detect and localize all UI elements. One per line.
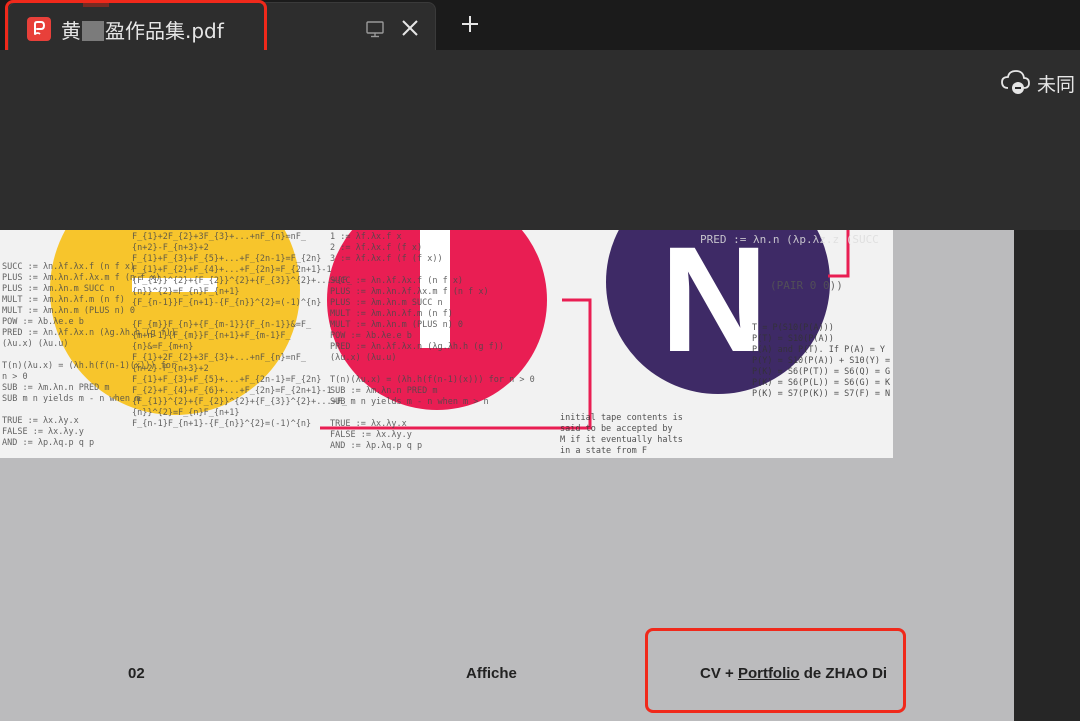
credit-line: CV + Portfolio de ZHAO Di <box>700 665 887 682</box>
tab-title: 黄盈作品集.pdf <box>61 15 224 44</box>
pdf-icon <box>27 17 51 41</box>
portfolio-link[interactable]: Portfolio <box>738 665 800 682</box>
formula-block-mid: F_{1}+2F_{2}+3F_{3}+...+nF_{n}=nF_ {n+2}… <box>132 232 353 429</box>
section-label: Affiche <box>466 665 517 682</box>
formula-block-center: 1 := λf.λx.f x 2 := λf.λx.f (f x) 3 := λ… <box>330 232 535 451</box>
tab-notch <box>83 1 109 7</box>
sync-status[interactable]: 未同 <box>1037 70 1075 97</box>
formula-block-right: T = P(S10(P(A))) P(T) = S10(P(A)) P(A) a… <box>752 323 891 399</box>
close-icon[interactable] <box>399 17 421 39</box>
tab-title-prefix: 黄 <box>61 19 81 43</box>
turing-note: initial tape contents is said to be acce… <box>560 413 683 456</box>
credit-prefix: CV + <box>700 665 738 682</box>
tab-title-suffix: 盈作品集.pdf <box>105 19 224 43</box>
credit-suffix: de ZHAO Di <box>799 665 888 682</box>
cloud-unsynced-icon[interactable] <box>1000 68 1032 96</box>
tab-bar: 黄盈作品集.pdf <box>0 0 1080 50</box>
blurred-text <box>82 21 104 41</box>
pair-text: (PAIR 0 0)) <box>770 279 843 292</box>
new-tab-plus-icon[interactable] <box>458 12 482 36</box>
document-tab[interactable]: 黄盈作品集.pdf <box>8 1 436 50</box>
side-panel <box>1014 230 1080 721</box>
page-number: 02 <box>128 665 145 682</box>
monitor-icon[interactable] <box>365 19 385 39</box>
pred-text: PRED := λn.n (λp.λz.z (SUCC <box>700 233 879 246</box>
toolbar <box>0 50 1080 230</box>
poster-page: N SUCC := λn.λf.λx.f (n f x) PLUS := λm.… <box>0 230 893 458</box>
